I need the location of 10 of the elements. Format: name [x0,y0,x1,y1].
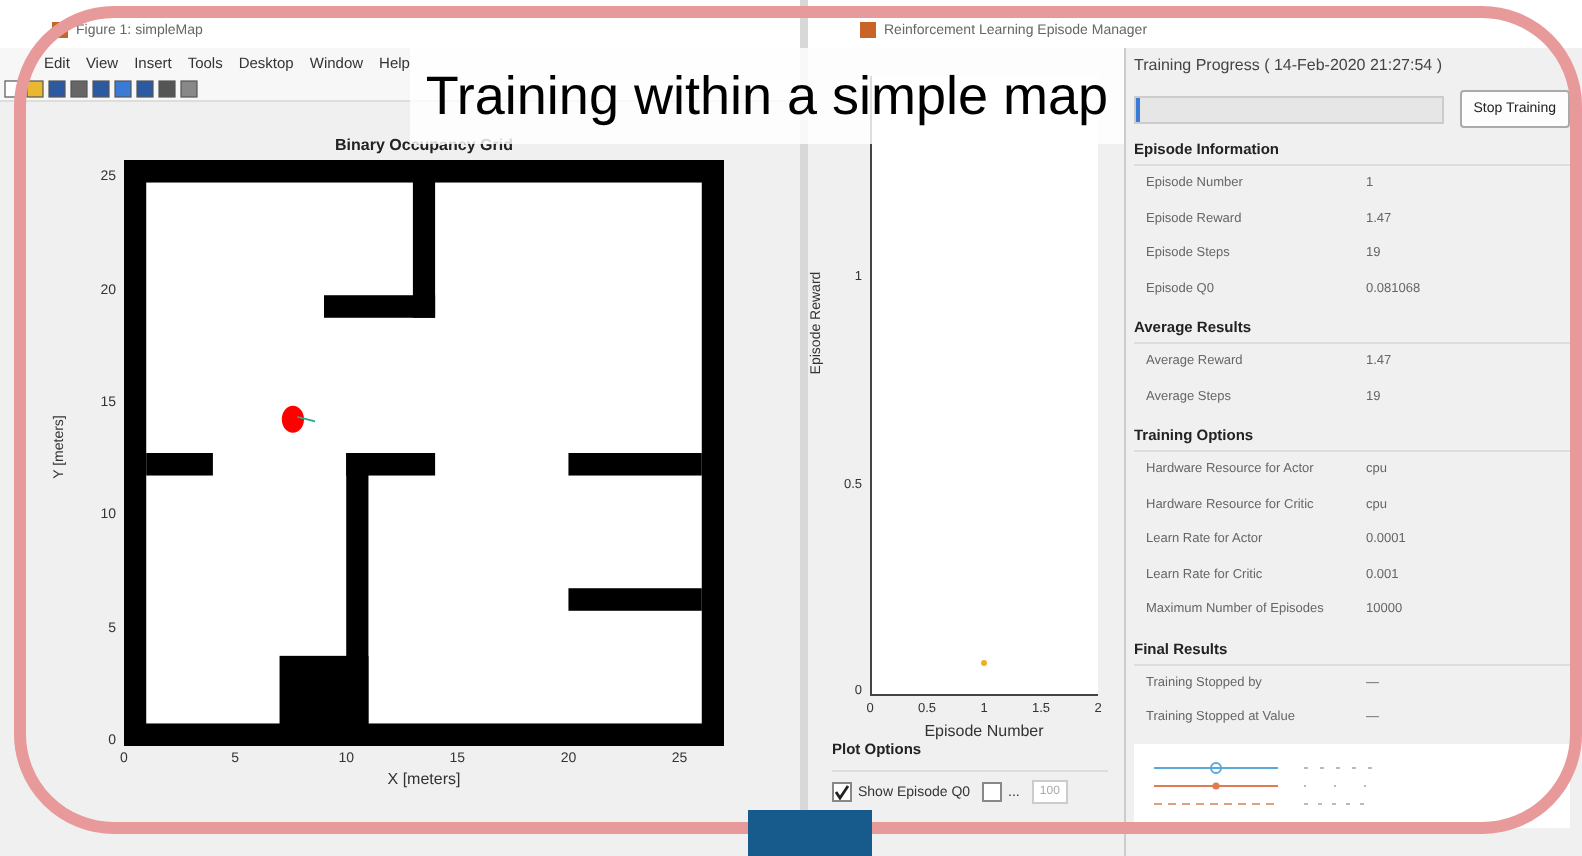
slide-title: Training within a simple map [425,65,1109,127]
data-point [981,659,987,666]
axis-label: Episode Number [922,722,1046,740]
axis-label: X [meters] [385,770,463,788]
checkbox[interactable] [982,782,1003,802]
robot-marker [281,405,316,433]
app-icon [860,22,876,38]
checkbox[interactable] [832,782,852,802]
progress-title: Training Progress ( 14-Feb-2020 21:27:54 ) [1134,56,1445,74]
plot-title: Binary Occupancy Grid [333,136,515,154]
